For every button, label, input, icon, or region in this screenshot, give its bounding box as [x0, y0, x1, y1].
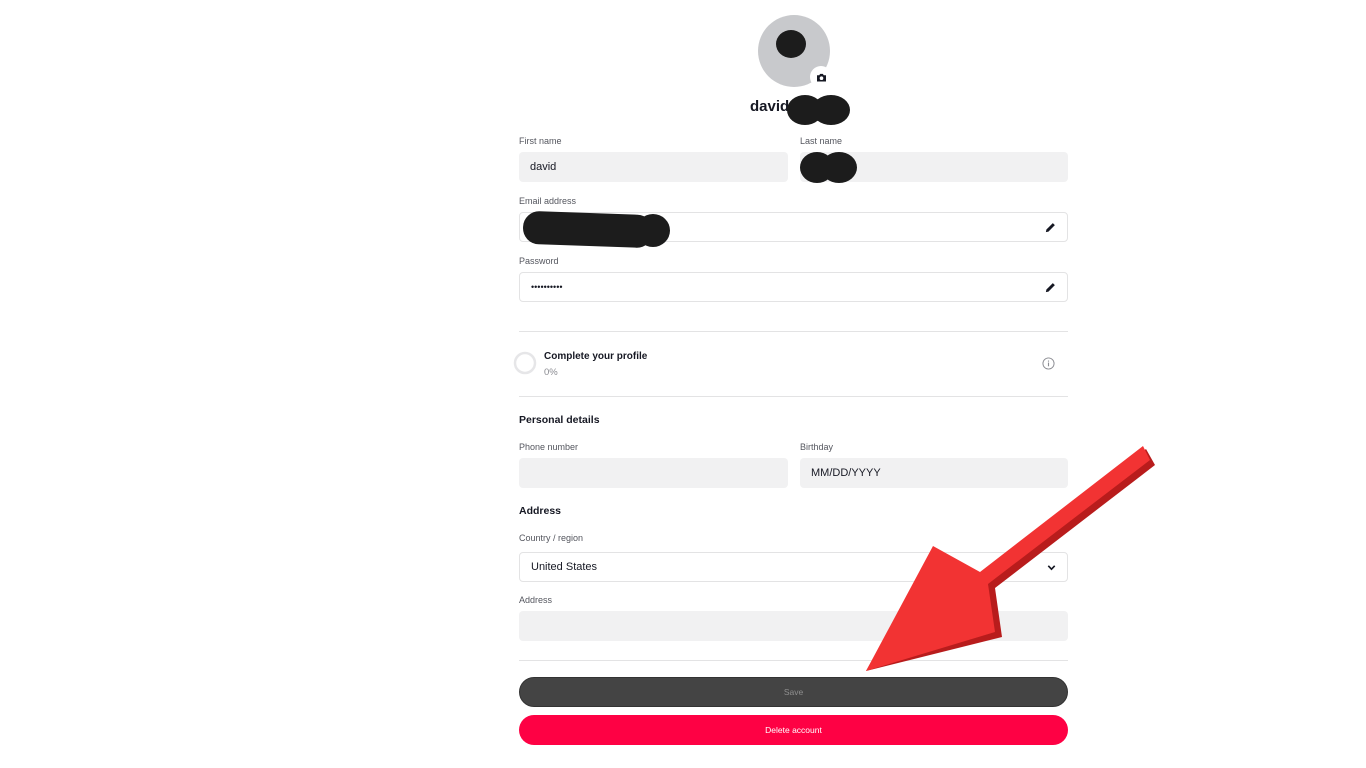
- phone-label: Phone number: [519, 442, 579, 452]
- save-button-label: Save: [783, 687, 804, 697]
- display-name: david: [750, 98, 790, 115]
- phone-field[interactable]: [519, 458, 788, 488]
- password-field[interactable]: ••••••••••: [519, 272, 1068, 302]
- birthday-placeholder: MM/DD/YYYY: [811, 467, 881, 479]
- chevron-down-icon: [1047, 565, 1056, 571]
- personal-details-title: Personal details: [519, 414, 600, 426]
- divider: [519, 331, 1068, 332]
- save-button[interactable]: Save: [519, 677, 1068, 707]
- complete-profile-percent: 0%: [544, 367, 558, 378]
- email-label: Email address: [519, 196, 577, 206]
- email-redaction-2: [636, 214, 670, 247]
- address-title: Address: [519, 505, 562, 517]
- password-value: ••••••••••: [531, 282, 563, 292]
- address-field[interactable]: [519, 611, 1068, 641]
- birthday-field[interactable]: MM/DD/YYYY: [800, 458, 1068, 488]
- last-name-redaction-2: [821, 152, 857, 183]
- info-icon[interactable]: [1042, 357, 1055, 370]
- complete-profile-title: Complete your profile: [544, 351, 648, 362]
- birthday-label: Birthday: [800, 442, 834, 452]
- country-value: United States: [531, 561, 598, 573]
- email-redaction: [522, 210, 654, 249]
- password-label: Password: [519, 256, 559, 266]
- pencil-icon[interactable]: [1044, 221, 1057, 234]
- camera-icon: [816, 73, 826, 82]
- divider: [519, 660, 1068, 661]
- delete-account-label: Delete account: [765, 725, 822, 735]
- profile-header: david: [0, 0, 1366, 130]
- pencil-icon[interactable]: [1044, 281, 1057, 294]
- first-name-label: First name: [519, 136, 562, 146]
- delete-account-button[interactable]: Delete account: [519, 715, 1068, 745]
- divider: [519, 396, 1068, 397]
- change-photo-button[interactable]: [810, 66, 832, 88]
- first-name-value: david: [530, 161, 557, 173]
- progress-ring-icon: [513, 351, 537, 375]
- name-redaction-2: [812, 95, 850, 125]
- first-name-field[interactable]: david: [519, 152, 788, 182]
- country-select[interactable]: United States: [519, 552, 1068, 582]
- avatar-redaction: [776, 30, 806, 58]
- last-name-label: Last name: [800, 136, 843, 146]
- address-label: Address: [519, 595, 553, 605]
- country-label: Country / region: [519, 533, 584, 543]
